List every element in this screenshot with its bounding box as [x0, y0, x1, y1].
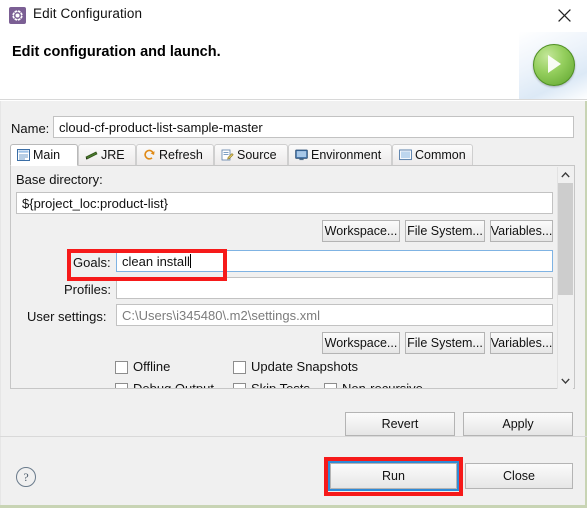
checkbox-update-snapshots[interactable] — [233, 361, 246, 374]
profiles-label: Profiles: — [64, 282, 111, 297]
name-label: Name: — [11, 121, 50, 136]
user-settings-file-system-button[interactable]: File System... — [405, 332, 485, 354]
checkbox-offline-label: Offline — [133, 359, 171, 374]
checkbox-non-recursive-label: Non-recursive — [342, 381, 423, 388]
tab-main[interactable]: Main — [10, 144, 78, 166]
revert-button[interactable]: Revert — [345, 412, 455, 436]
panel-scrollbar[interactable] — [557, 167, 573, 389]
base-directory-variables-button[interactable]: Variables... — [490, 220, 553, 242]
goals-input-value: clean install — [122, 254, 190, 269]
title-bar: Edit Configuration — [0, 0, 587, 32]
goals-label: Goals: — [73, 255, 111, 270]
checkbox-offline[interactable] — [115, 361, 128, 374]
checkbox-update-snapshots-label: Update Snapshots — [251, 359, 358, 374]
tab-source[interactable]: Source — [214, 144, 288, 166]
tab-jre-label: JRE — [101, 148, 125, 162]
page-title: Edit configuration and launch. — [12, 44, 221, 60]
profiles-input[interactable] — [116, 277, 553, 299]
name-input[interactable]: cloud-cf-product-list-sample-master — [53, 116, 574, 138]
tab-environment[interactable]: Environment — [288, 144, 392, 166]
source-icon — [221, 149, 234, 161]
run-button[interactable]: Run — [328, 461, 459, 491]
base-directory-input[interactable]: ${project_loc:product-list} — [16, 192, 553, 214]
edit-configuration-dialog: Edit Configuration Edit configuration an… — [0, 0, 587, 508]
tab-refresh-label: Refresh — [159, 148, 203, 162]
close-button[interactable]: Close — [465, 463, 573, 489]
jre-icon — [85, 149, 98, 161]
base-directory-workspace-button[interactable]: Workspace... — [322, 220, 400, 242]
tab-jre[interactable]: JRE — [78, 144, 136, 166]
text-caret — [189, 254, 191, 268]
environment-icon — [295, 149, 308, 161]
goals-input[interactable]: clean install — [116, 250, 553, 272]
tab-source-label: Source — [237, 148, 277, 162]
tab-refresh[interactable]: Refresh — [136, 144, 214, 166]
body-left-edge — [0, 101, 1, 508]
help-icon[interactable]: ? — [16, 467, 36, 487]
tab-common[interactable]: Common — [392, 144, 473, 166]
common-icon — [399, 149, 412, 161]
checkbox-debug-output[interactable] — [115, 383, 128, 388]
footer-divider — [0, 436, 587, 437]
gear-icon-glyph — [11, 9, 24, 22]
base-directory-file-system-button[interactable]: File System... — [405, 220, 485, 242]
main-tab-panel: Base directory: ${project_loc:product-li… — [10, 165, 575, 389]
scrollbar-down-arrow-icon[interactable] — [558, 373, 573, 389]
checkbox-skip-tests[interactable] — [233, 383, 246, 388]
scrollbar-thumb[interactable] — [558, 183, 573, 295]
scrollbar-up-arrow-icon[interactable] — [558, 167, 573, 183]
tab-common-label: Common — [415, 148, 466, 162]
main-document-icon — [17, 149, 30, 161]
header-banner — [519, 32, 587, 100]
window-title: Edit Configuration — [33, 6, 143, 21]
run-play-icon — [533, 44, 575, 86]
gear-icon — [9, 7, 26, 24]
close-icon[interactable] — [542, 0, 587, 31]
checkbox-skip-tests-label: Skip Tests — [251, 381, 310, 388]
user-settings-input[interactable]: C:\Users\i345480\.m2\settings.xml — [116, 304, 553, 326]
base-directory-label: Base directory: — [16, 172, 103, 187]
user-settings-label: User settings: — [27, 309, 107, 324]
user-settings-variables-button[interactable]: Variables... — [490, 332, 553, 354]
dialog-header: Edit configuration and launch. — [0, 32, 587, 100]
main-tab-panel-content: Base directory: ${project_loc:product-li… — [11, 166, 558, 388]
tab-strip: Main JRE Refresh Source Environment Comm… — [10, 144, 575, 166]
apply-button[interactable]: Apply — [463, 412, 573, 436]
user-settings-workspace-button[interactable]: Workspace... — [322, 332, 400, 354]
refresh-icon — [143, 149, 156, 161]
checkbox-debug-output-label: Debug Output — [133, 381, 214, 388]
scrollbar-track[interactable] — [558, 183, 573, 373]
tab-environment-label: Environment — [311, 148, 382, 162]
checkbox-non-recursive[interactable] — [324, 383, 337, 388]
close-icon-glyph — [558, 9, 571, 22]
tab-main-label: Main — [33, 148, 61, 162]
